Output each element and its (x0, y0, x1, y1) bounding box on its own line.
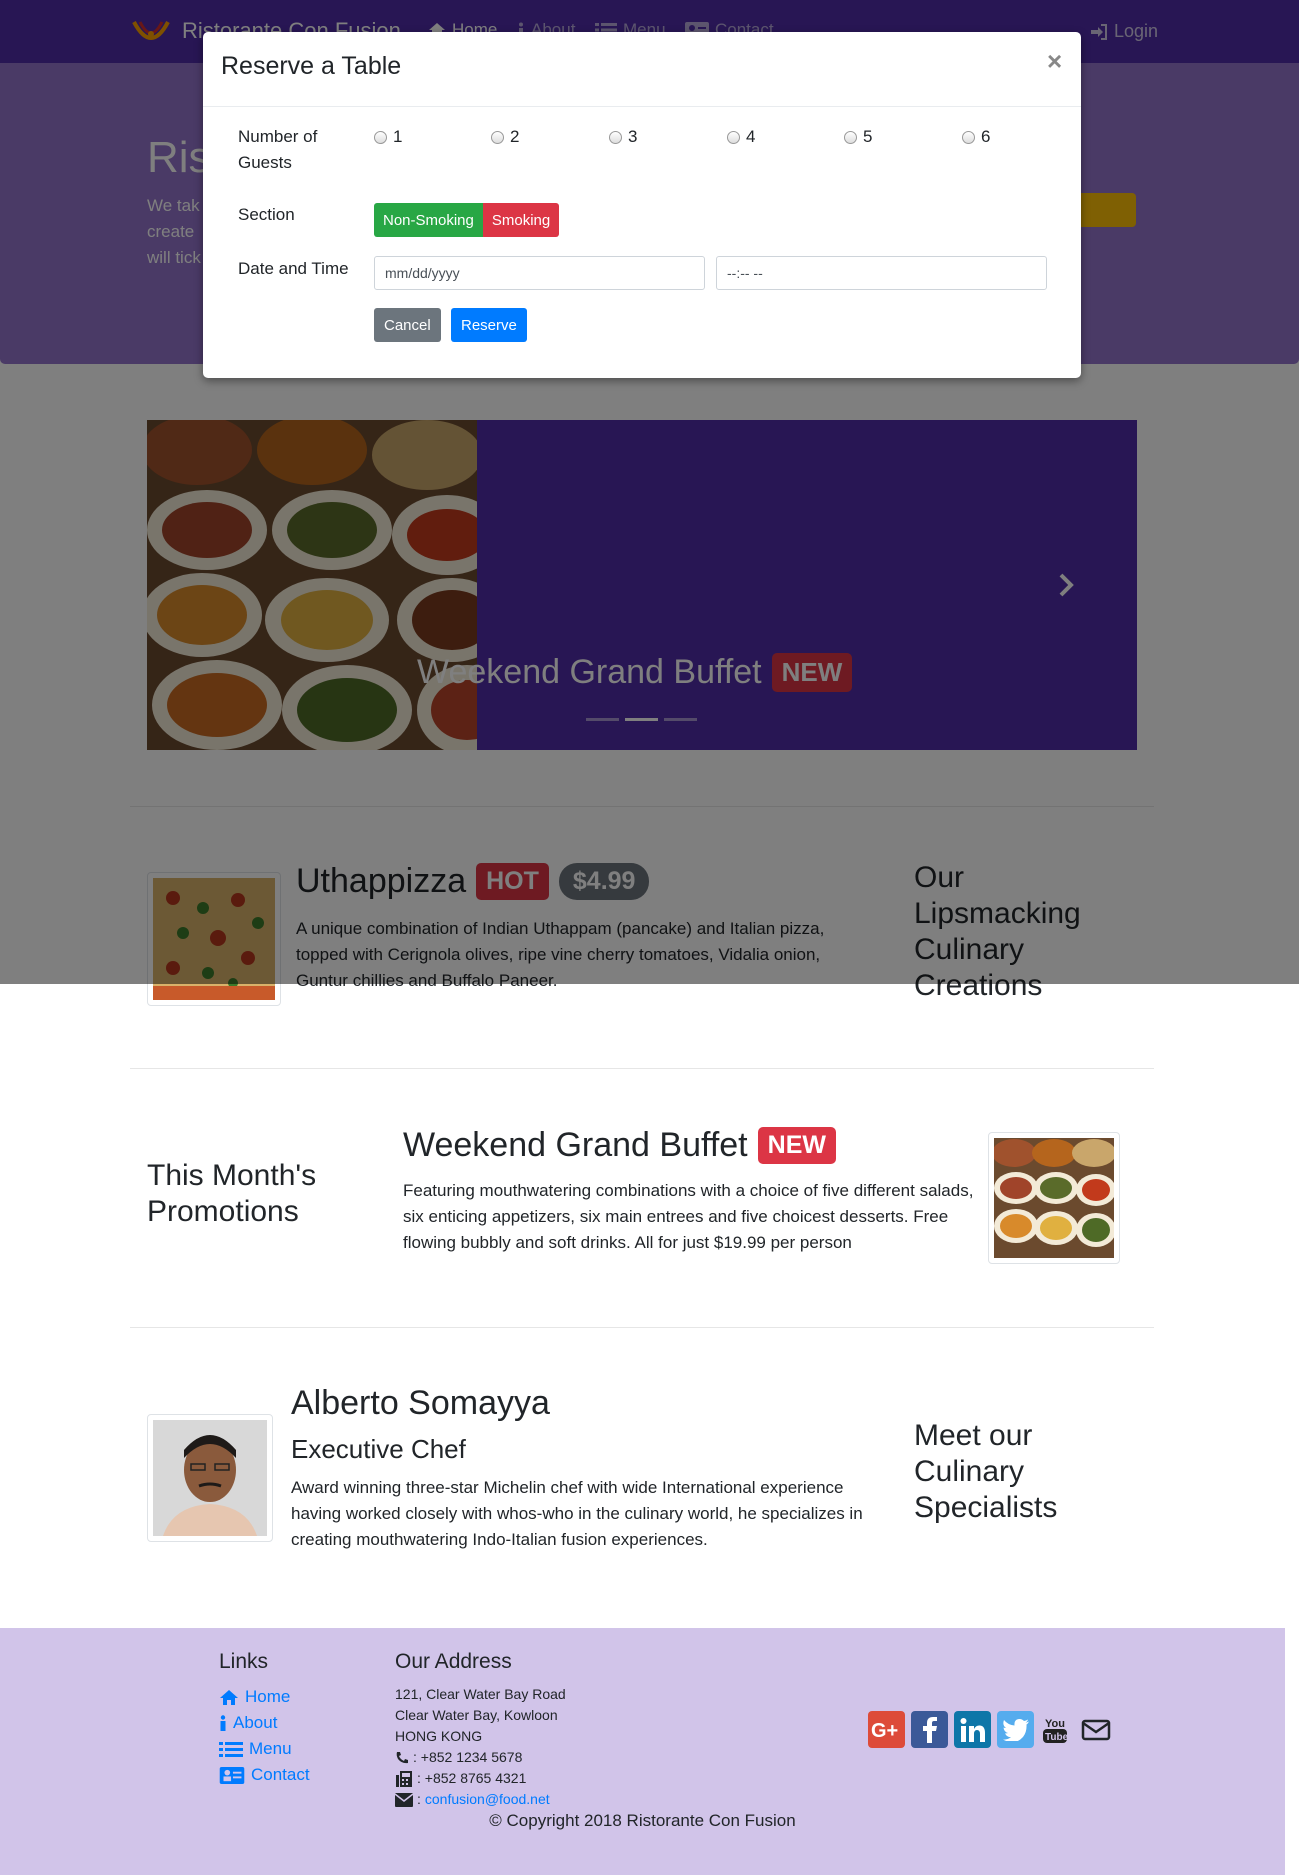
email-link[interactable]: confusion@food.net (425, 1789, 550, 1810)
list-icon (219, 1741, 243, 1757)
radio-label: 4 (746, 127, 756, 146)
svg-text:G+: G+ (871, 1720, 898, 1741)
non-smoking-button[interactable]: Non-Smoking (374, 203, 483, 237)
radio-label: 1 (393, 127, 403, 146)
chef-photo (153, 1420, 267, 1536)
chef-thumbnail (147, 1414, 273, 1542)
reserve-table-modal: Reserve a Table × Number of Guests 1 2 3… (203, 32, 1081, 378)
radio-circle[interactable] (374, 130, 387, 144)
chef-designation: Executive Chef (291, 1434, 466, 1464)
svg-text:You: You (1045, 1718, 1065, 1730)
datetime-label: Date and Time (238, 259, 349, 278)
address-line: 121, Clear Water Bay Road (395, 1686, 566, 1702)
guests-radio-2[interactable]: 2 (491, 127, 519, 147)
google-plus-icon[interactable]: G+ (868, 1711, 905, 1748)
guests-radio-5[interactable]: 5 (844, 127, 872, 147)
footer-link-label: Home (245, 1687, 291, 1706)
promotion-name: Weekend Grand Buffet (403, 1126, 748, 1164)
guests-radio-1[interactable]: 1 (374, 127, 402, 147)
guests-radio-3[interactable]: 3 (609, 127, 637, 147)
footer-link-label: About (233, 1713, 278, 1732)
phone-icon (396, 1751, 408, 1763)
footer-address: 121, Clear Water Bay Road Clear Water Ba… (395, 1684, 566, 1810)
footer-links: Home About Menu Contact (219, 1684, 310, 1788)
address-line: HONG KONG (395, 1728, 483, 1744)
guests-radio-6[interactable]: 6 (962, 127, 990, 147)
chef-name: Alberto Somayya (291, 1384, 550, 1422)
new-badge: NEW (757, 1127, 836, 1164)
radio-label: 3 (628, 127, 638, 146)
radio-label: 2 (510, 127, 520, 146)
radio-circle[interactable] (844, 130, 857, 144)
date-input[interactable]: mm/dd/yyyy (374, 256, 705, 290)
footer-link-label: Menu (249, 1739, 292, 1758)
guests-label-line: Guests (238, 153, 292, 172)
phone-row: : +852 1234 5678 (395, 1747, 566, 1768)
fax-row: : +852 8765 4321 (395, 1768, 566, 1789)
home-icon (220, 1689, 238, 1705)
section-divider (130, 1327, 1154, 1328)
radio-circle[interactable] (609, 130, 622, 144)
chef-description: Award winning three-star Michelin chef w… (291, 1478, 863, 1549)
guests-label-line: Number of (238, 127, 318, 146)
envelope-icon (395, 1792, 413, 1807)
footer-link-label: Contact (251, 1765, 310, 1784)
youtube-icon[interactable]: You Tube (1040, 1711, 1070, 1748)
phone-number: : +852 1234 5678 (413, 1749, 523, 1765)
facebook-icon[interactable] (911, 1711, 948, 1748)
guests-radio-4[interactable]: 4 (727, 127, 755, 147)
promotions-section-heading: This Month's Promotions (147, 1159, 317, 1228)
linkedin-icon[interactable] (954, 1711, 991, 1748)
promotion-description: Featuring mouthwatering combinations wit… (403, 1181, 974, 1252)
modal-header-divider (203, 106, 1081, 107)
envelope-icon[interactable] (1076, 1711, 1116, 1748)
footer-link-contact[interactable]: Contact (219, 1762, 310, 1788)
address-card-icon (219, 1766, 245, 1784)
promotion-thumbnail (988, 1132, 1120, 1264)
footer-link-menu[interactable]: Menu (219, 1736, 310, 1762)
footer-link-about[interactable]: About (219, 1710, 310, 1736)
social-links: G+ You Tube (868, 1711, 1116, 1748)
radio-label: 6 (981, 127, 991, 146)
modal-title: Reserve a Table (221, 52, 402, 80)
svg-text:Tube: Tube (1045, 1732, 1068, 1743)
address-line: Clear Water Bay, Kowloon (395, 1707, 558, 1723)
footer-address-heading: Our Address (395, 1650, 512, 1673)
fax-number: : +852 8765 4321 (417, 1770, 527, 1786)
buffet-thumbnail-image (994, 1138, 1114, 1258)
smoking-button[interactable]: Smoking (482, 203, 560, 237)
time-input[interactable]: --:-- -- (716, 256, 1047, 290)
leaders-section-heading: Meet our Culinary Specialists (914, 1419, 1058, 1524)
info-icon (220, 1714, 226, 1731)
section-label: Section (238, 205, 295, 224)
promotion-heading: Weekend Grand Buffet NEW (403, 1126, 836, 1165)
section-toggle: Non-Smoking Smoking (374, 203, 560, 237)
close-icon[interactable]: × (1047, 46, 1062, 77)
cancel-button[interactable]: Cancel (374, 308, 441, 342)
footer (0, 1628, 1285, 1875)
radio-circle[interactable] (491, 130, 504, 144)
chef-heading: Alberto Somayya (291, 1384, 550, 1423)
radio-circle[interactable] (727, 130, 740, 144)
footer-link-home[interactable]: Home (219, 1684, 310, 1710)
reserve-button[interactable]: Reserve (451, 308, 527, 342)
radio-label: 5 (863, 127, 873, 146)
email-row: : confusion@food.net (395, 1789, 566, 1810)
copyright: © Copyright 2018 Ristorante Con Fusion (489, 1811, 796, 1830)
guests-label: Number of Guests (238, 124, 317, 176)
email-prefix: : (417, 1791, 421, 1807)
section-divider (130, 1068, 1154, 1069)
twitter-icon[interactable] (997, 1711, 1034, 1748)
footer-links-heading: Links (219, 1650, 269, 1673)
radio-circle[interactable] (962, 130, 975, 144)
fax-icon (396, 1770, 412, 1787)
